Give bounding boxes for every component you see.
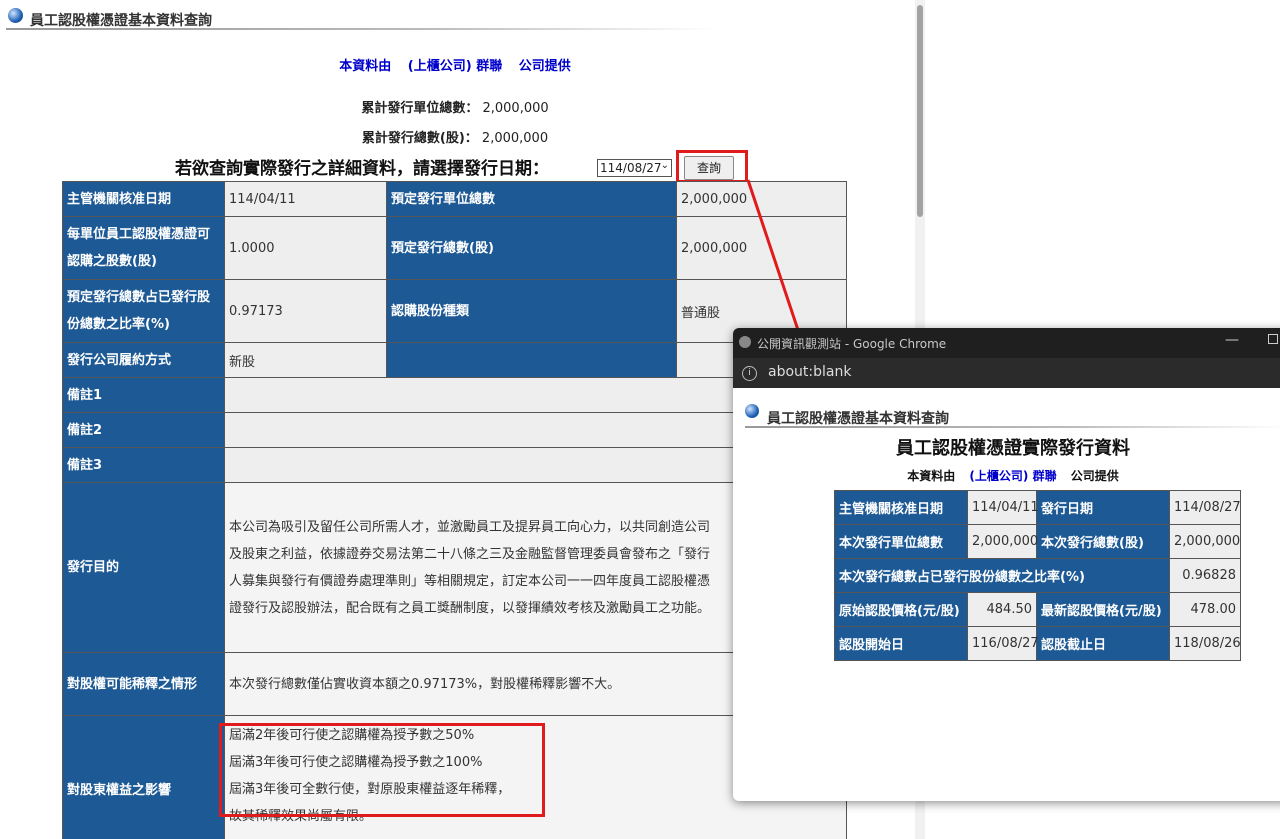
actual-issue-table: 主管機關核准日期 114/04/11 發行日期 114/08/27 本次發行單位… [834, 490, 1241, 661]
units-value: 2,000,000 [967, 524, 1038, 559]
globe-icon [745, 404, 759, 418]
orig-price-value: 484.50 [967, 592, 1037, 627]
popup-page-header: 員工認股權憑證基本資料查詢 [745, 404, 1280, 428]
basic-info-table: 主管機關核准日期 114/04/11 預定發行單位總數 2,000,000 每單… [62, 181, 847, 839]
planned-shares-label: 預定發行總數(股) [386, 216, 677, 280]
dropdown-arrow-icon: ⌄ [660, 160, 669, 171]
address-url[interactable]: about:blank [768, 364, 851, 380]
start-date-value: 116/08/27 [967, 626, 1039, 661]
purpose-label: 發行目的 [62, 482, 225, 653]
table-row: 備註1 [62, 377, 847, 413]
units-label: 本次發行單位總數 [834, 524, 968, 559]
provider-line: 本資料由 (上櫃公司) 群聯 公司提供 [0, 55, 910, 74]
summary-shares-value: 2,000,000 [481, 131, 549, 146]
approval-date-value: 114/04/11 [224, 181, 387, 217]
impact-label: 對股東權益之影響 [62, 715, 225, 839]
popup-provider-suffix: 公司提供 [1070, 469, 1119, 483]
provider-suffix: 公司提供 [518, 59, 571, 74]
latest-price-value: 478.00 [1169, 592, 1241, 627]
table-row: 每單位員工認股權憑證可認購之股數(股) 1.0000 預定發行總數(股) 2,0… [62, 216, 847, 280]
maximize-button[interactable] [1268, 334, 1278, 344]
chrome-icon [739, 336, 751, 348]
planned-units-value: 2,000,000 [676, 181, 847, 217]
shares-label: 本次發行總數(股) [1036, 524, 1170, 559]
table-row: 備註3 [62, 447, 847, 483]
table-row: 主管機關核准日期 114/04/11 預定發行單位總數 2,000,000 [62, 181, 847, 217]
table-row: 本次發行單位總數 2,000,000 本次發行總數(股) 2,000,000 [834, 524, 1241, 559]
popup-approval-date-label: 主管機關核准日期 [834, 490, 968, 525]
shares-per-unit-label: 每單位員工認股權憑證可認購之股數(股) [62, 216, 225, 280]
impact-line-4: 故其稀釋效果尚屬有限。 [229, 809, 373, 824]
popup-approval-date-value: 114/04/11 [967, 490, 1039, 525]
issue-date-cell: 114/08/27 [1169, 490, 1241, 525]
popup-window-title: 公開資訊觀測站 - Google Chrome [757, 337, 947, 351]
note2-label: 備註2 [62, 412, 225, 448]
table-row: 對股權可能稀釋之情形 本次發行總數僅佔實收資本額之0.97173%，對股權稀釋影… [62, 652, 847, 716]
summary-units-label: 累計發行單位總數： [361, 101, 479, 116]
table-row: 備註2 [62, 412, 847, 448]
dilution-label: 對股權可能稀釋之情形 [62, 652, 225, 716]
empty-label-cell [386, 342, 677, 378]
summary-units-value: 2,000,000 [482, 101, 549, 116]
approval-date-label: 主管機關核准日期 [62, 181, 225, 217]
table-row: 主管機關核准日期 114/04/11 發行日期 114/08/27 [834, 490, 1241, 525]
fulfillment-label: 發行公司履約方式 [62, 342, 225, 378]
issue-date-select[interactable]: 114/08/27 ⌄ [597, 159, 672, 177]
summary-units: 累計發行單位總數： 2,000,000 [0, 97, 910, 116]
popup-provider-prefix: 本資料由 [907, 469, 956, 483]
issue-date-value: 114/08/27 [600, 161, 662, 175]
planned-units-label: 預定發行單位總數 [386, 181, 677, 217]
table-row: 原始認股價格(元/股) 484.50 最新認股價格(元/股) 478.00 [834, 592, 1241, 627]
query-button[interactable]: 查詢 [684, 156, 734, 180]
issue-date-label: 發行日期 [1036, 490, 1170, 525]
header-underline [6, 28, 716, 30]
latest-price-label: 最新認股價格(元/股) [1036, 592, 1170, 627]
popup-titlebar: 公開資訊觀測站 - Google Chrome — [733, 328, 1280, 358]
summary-shares: 累計發行總數(股)： 2,000,000 [0, 127, 910, 146]
ratio-label: 預定發行總數占已發行股份總數之比率(%) [62, 279, 225, 343]
scrollbar-thumb[interactable] [917, 5, 923, 217]
table-row: 認股開始日 116/08/27 認股截止日 118/08/26 [834, 626, 1241, 661]
fulfillment-value: 新股 [224, 342, 387, 378]
popup-window: 公開資訊觀測站 - Google Chrome — i about:blank … [733, 328, 1280, 801]
provider-company: (上櫃公司) 群聯 [407, 59, 503, 74]
info-icon[interactable]: i [742, 366, 757, 381]
shares-value: 2,000,000 [1169, 524, 1241, 559]
address-bar[interactable]: i about:blank [733, 358, 1280, 388]
popup-header-underline [745, 426, 1280, 428]
note3-label: 備註3 [62, 447, 225, 483]
popup-ratio-value: 0.96828 [1169, 558, 1241, 593]
table-row: 對股東權益之影響 屆滿2年後可行使之認購權為授予數之50% 屆滿3年後可行使之認… [62, 715, 847, 839]
popup-provider-line: 本資料由 (上櫃公司) 群聯 公司提供 [733, 467, 1280, 484]
minimize-button[interactable]: — [1225, 332, 1239, 348]
note1-label: 備註1 [62, 377, 225, 413]
popup-provider-company: (上櫃公司) 群聯 [969, 469, 1057, 483]
popup-page-title: 員工認股權憑證基本資料查詢 [767, 411, 949, 427]
orig-price-label: 原始認股價格(元/股) [834, 592, 968, 627]
end-date-value: 118/08/26 [1169, 626, 1241, 661]
end-date-label: 認股截止日 [1036, 626, 1170, 661]
ratio-value: 0.97173 [224, 279, 387, 343]
planned-shares-value: 2,000,000 [676, 216, 847, 280]
popup-big-title: 員工認股權憑證實際發行資料 [896, 438, 1130, 459]
globe-icon [8, 8, 23, 23]
summary-shares-label: 累計發行總數(股)： [361, 131, 478, 146]
popup-ratio-label: 本次發行總數占已發行股份總數之比率(%) [834, 558, 1170, 593]
provider-prefix: 本資料由 [339, 59, 392, 74]
shares-per-unit-value: 1.0000 [224, 216, 387, 280]
table-row: 本次發行總數占已發行股份總數之比率(%) 0.96828 [834, 558, 1241, 593]
share-type-label: 認購股份種類 [386, 279, 677, 343]
query-prompt: 若欲查詢實際發行之詳細資料，請選擇發行日期： [175, 159, 549, 179]
table-row: 發行公司履約方式 新股 [62, 342, 847, 378]
purpose-text: 本公司為吸引及留任公司所需人才，並激勵員工及提昇員工向心力，以共同創造公司及股東… [229, 519, 711, 616]
page-header: 員工認股權憑證基本資料查詢 [6, 6, 716, 30]
start-date-label: 認股開始日 [834, 626, 968, 661]
table-row: 預定發行總數占已發行股份總數之比率(%) 0.97173 認購股份種類 普通股 [62, 279, 847, 343]
page-title: 員工認股權憑證基本資料查詢 [30, 13, 212, 29]
table-row: 發行目的 本公司為吸引及留任公司所需人才，並激勵員工及提昇員工向心力，以共同創造… [62, 482, 847, 653]
